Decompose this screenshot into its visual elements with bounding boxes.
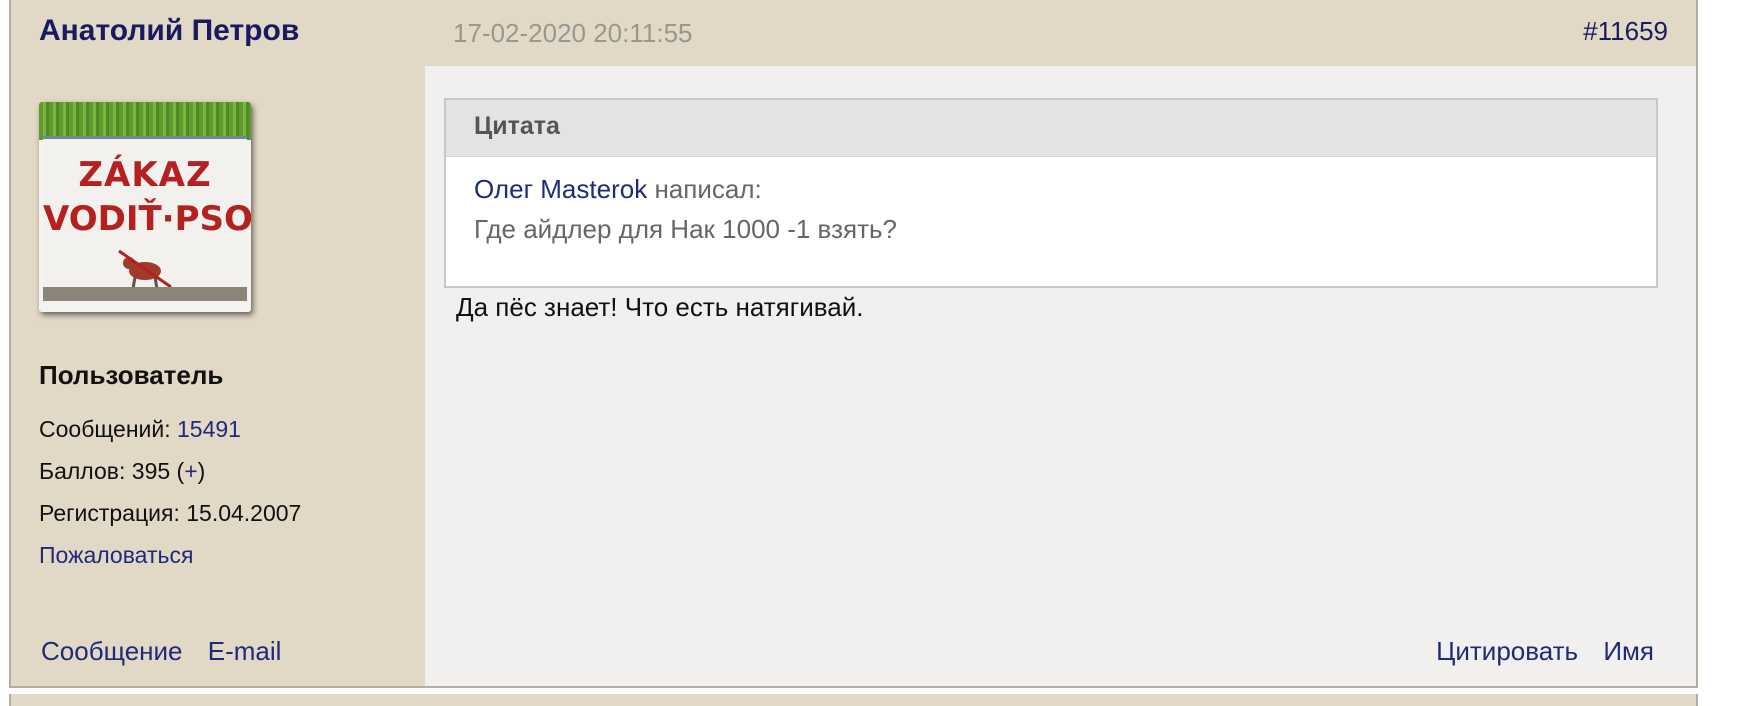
- quote-author-link[interactable]: Олег Masterok: [474, 174, 647, 204]
- quote-text: Где айдлер для Нак 1000 -1 взять?: [474, 214, 897, 244]
- points-label: Баллов:: [39, 458, 126, 484]
- contact-links: Сообщение E-mail: [41, 636, 299, 667]
- post-actions: Цитировать Имя: [1418, 636, 1654, 667]
- points-value: 395: [131, 458, 171, 484]
- reg-label: Регистрация:: [39, 500, 180, 526]
- quote-author-line: Олег Masterok написал:: [474, 174, 762, 205]
- posts-label: Сообщений:: [39, 416, 171, 442]
- avatar: ZÁKAZ VODIŤ·PSOV!: [39, 102, 251, 312]
- next-post-edge: [9, 694, 1698, 706]
- avatar-grass: [39, 102, 251, 140]
- reg-value: 15.04.2007: [186, 500, 302, 526]
- post-header: 17-02-2020 20:11:55 #11659: [425, 0, 1696, 66]
- quote-wrote: написал:: [654, 174, 762, 204]
- user-role: Пользователь: [39, 360, 224, 390]
- posts-count-link[interactable]: 15491: [177, 416, 241, 442]
- avatar-sign-base: [43, 287, 247, 301]
- quote-block: Цитата Олег Masterok написал: Где айдлер…: [444, 98, 1658, 288]
- cite-link[interactable]: Цитировать: [1436, 636, 1578, 666]
- points-count: Баллов: 395 (+): [39, 458, 205, 485]
- complain-link[interactable]: Пожаловаться: [39, 542, 193, 569]
- points-add-wrapper: (+): [176, 458, 206, 484]
- avatar-sign: ZÁKAZ VODIŤ·PSOV!: [43, 136, 251, 301]
- next-post-header-edge: [425, 694, 1696, 706]
- points-add-button[interactable]: +: [184, 458, 197, 484]
- post-number-link[interactable]: #11659: [1583, 16, 1668, 47]
- next-post-sidebar-edge: [11, 694, 425, 706]
- posts-count: Сообщений: 15491: [39, 416, 241, 443]
- registration-date: Регистрация: 15.04.2007: [39, 500, 301, 527]
- post-body: Да пёс знает! Что есть натягивай.: [456, 292, 864, 322]
- name-link[interactable]: Имя: [1603, 636, 1654, 666]
- author-name[interactable]: Анатолий Петров: [39, 14, 299, 48]
- quote-header: Цитата: [446, 100, 1656, 157]
- email-link[interactable]: E-mail: [208, 636, 282, 666]
- no-dog-icon: [118, 249, 172, 290]
- forum-post: Анатолий Петров ZÁKAZ VODIŤ·PSOV! Пользо…: [9, 0, 1698, 688]
- avatar-sign-text-2: VODIŤ·PSOV!: [43, 199, 251, 239]
- author-sidebar: Анатолий Петров ZÁKAZ VODIŤ·PSOV! Пользо…: [11, 0, 425, 686]
- post-date: 17-02-2020 20:11:55: [453, 18, 693, 48]
- quote-title: Цитата: [474, 112, 560, 140]
- avatar-sign-text-1: ZÁKAZ: [78, 155, 212, 195]
- message-link[interactable]: Сообщение: [41, 636, 183, 666]
